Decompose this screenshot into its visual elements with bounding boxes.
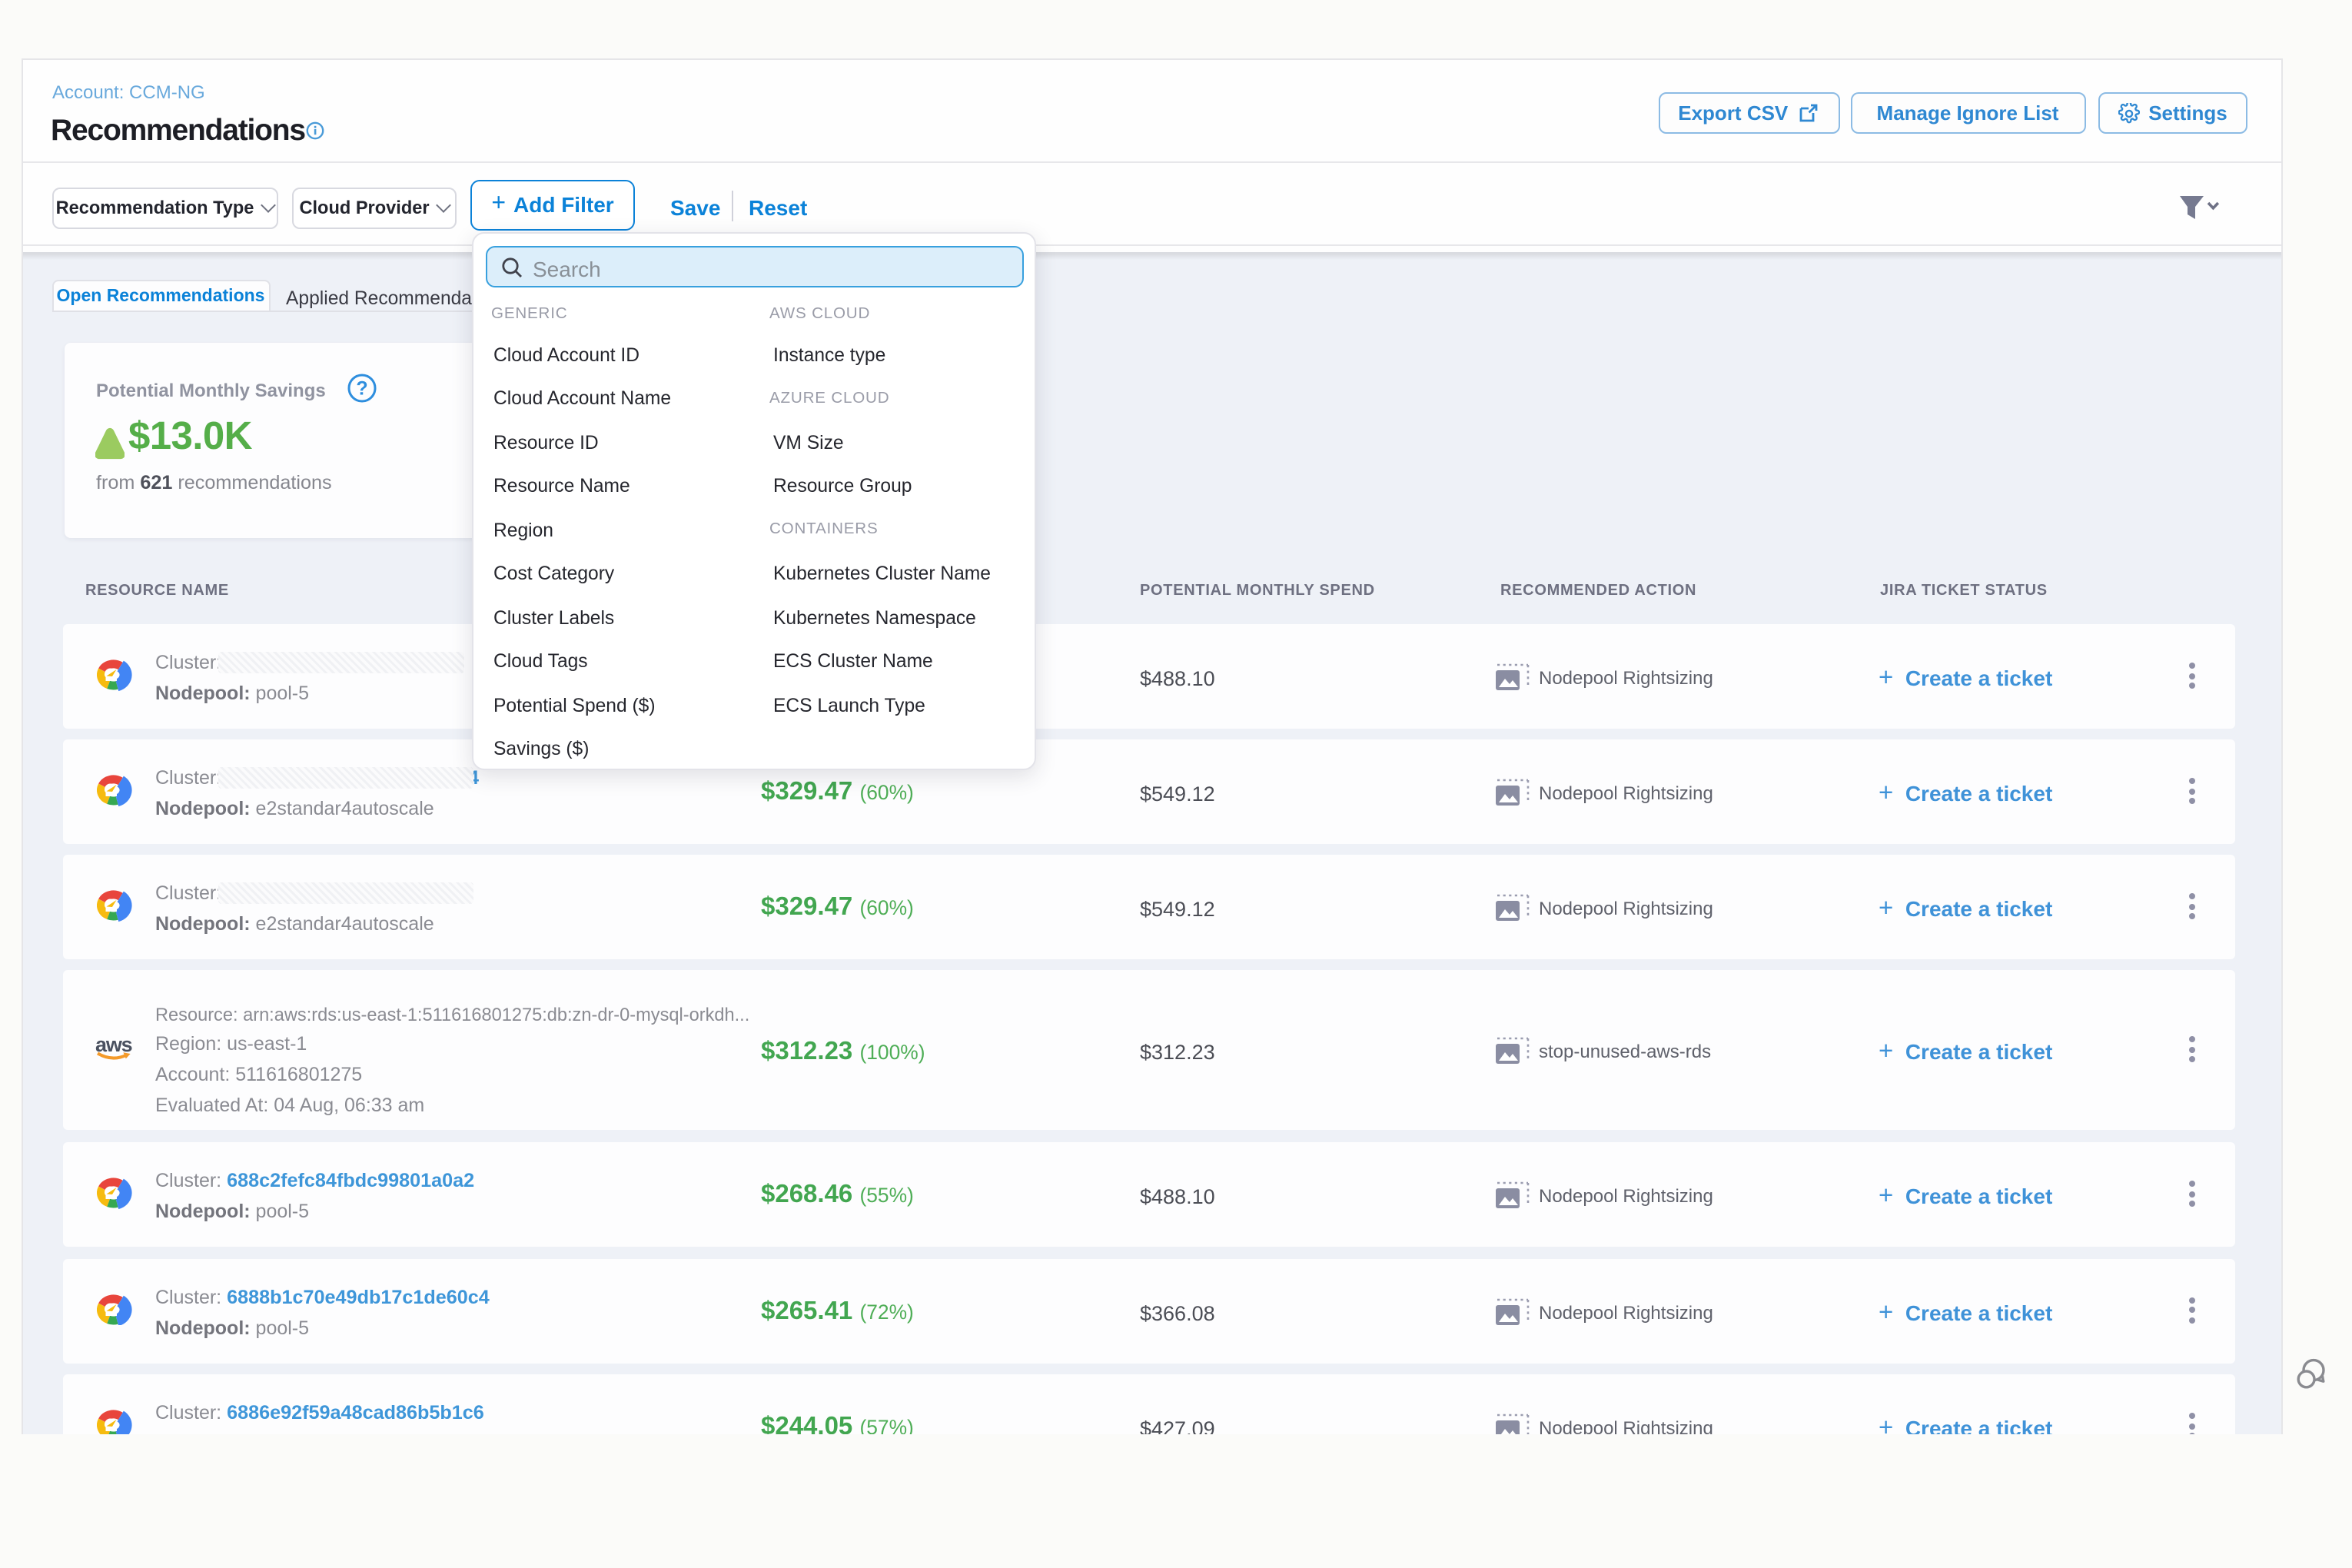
svg-text:aws: aws (95, 1033, 132, 1056)
svg-text:?: ? (355, 377, 367, 399)
